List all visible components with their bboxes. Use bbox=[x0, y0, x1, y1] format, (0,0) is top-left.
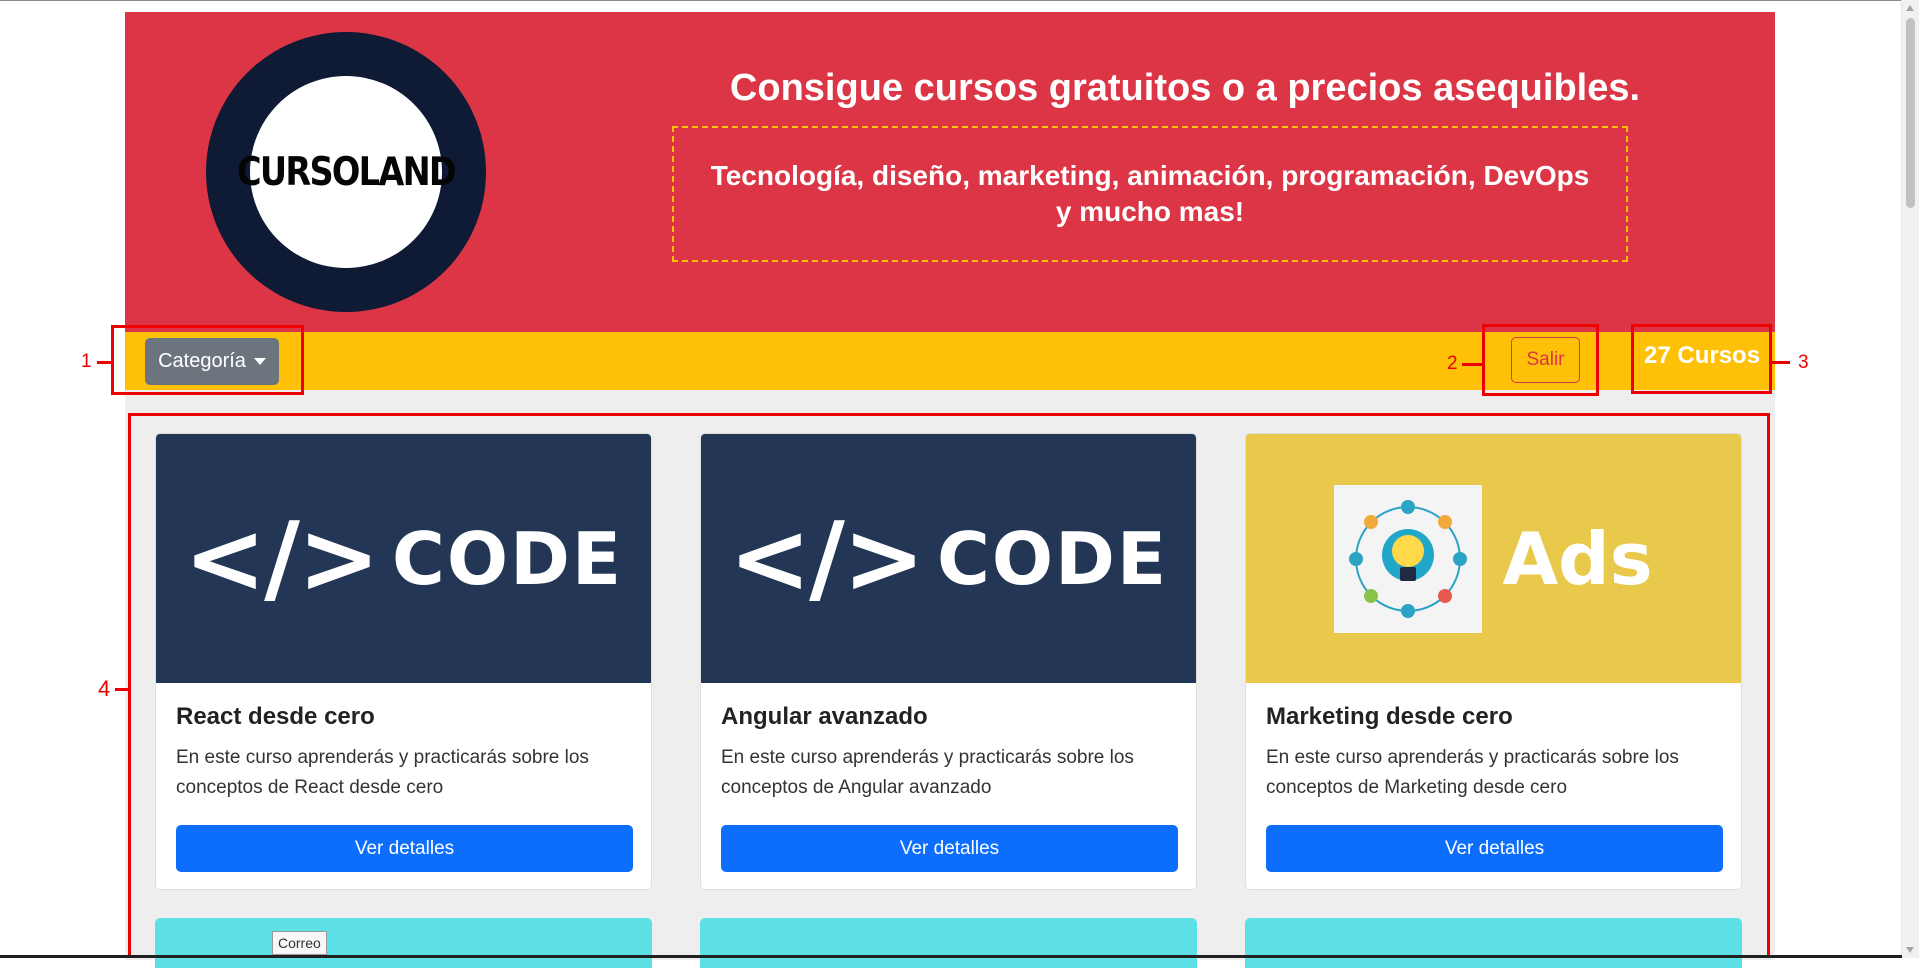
annotation-label-2: 2 bbox=[1447, 353, 1458, 374]
cursoland-logo: CURSOLAND bbox=[206, 32, 486, 312]
scroll-up-icon[interactable] bbox=[1906, 5, 1914, 11]
annotation-label-3: 3 bbox=[1798, 352, 1809, 373]
hero-subtitle-line-2: y mucho mas! bbox=[1055, 196, 1245, 227]
annotation-tick-1 bbox=[97, 361, 111, 364]
hero-banner: CURSOLAND Consigue cursos gratuitos o a … bbox=[125, 12, 1775, 332]
annotation-tick-4 bbox=[115, 688, 128, 691]
annotation-box-1 bbox=[111, 325, 304, 395]
hero-subtitle-line-1: Tecnología, diseño, marketing, animación… bbox=[710, 160, 1590, 191]
window-top-border bbox=[0, 0, 1902, 1]
hero-title: Consigue cursos gratuitos o a precios as… bbox=[729, 67, 1641, 109]
scroll-down-icon[interactable] bbox=[1906, 947, 1914, 953]
annotation-label-4: 4 bbox=[98, 676, 111, 701]
annotation-tick-3 bbox=[1772, 361, 1790, 364]
hero-subtitle-box: Tecnología, diseño, marketing, animación… bbox=[672, 126, 1628, 262]
vertical-scrollbar[interactable] bbox=[1901, 0, 1919, 958]
logo-text: CURSOLAND bbox=[236, 150, 457, 195]
annotation-box-4 bbox=[128, 413, 1770, 958]
annotation-box-3 bbox=[1631, 324, 1772, 394]
annotation-tick-2 bbox=[1462, 363, 1482, 366]
hero-subtitle: Tecnología, diseño, marketing, animación… bbox=[690, 158, 1610, 230]
annotation-box-2 bbox=[1482, 324, 1599, 396]
scrollbar-thumb[interactable] bbox=[1906, 18, 1915, 208]
annotation-label-1: 1 bbox=[81, 351, 92, 372]
